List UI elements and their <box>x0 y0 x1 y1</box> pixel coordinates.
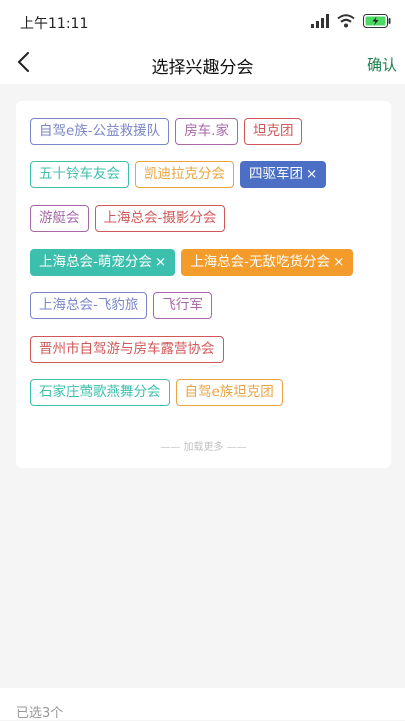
interest-tag[interactable]: 四驱军团 × <box>240 161 327 188</box>
confirm-button[interactable]: 确认 <box>367 54 397 75</box>
tag-label: 上海总会-无敌吃货分会 <box>190 254 331 270</box>
interest-tag-card: 自驾e族-公益救援队 房车.家 坦克团 五十铃车友会 凯迪拉克分会 四驱军团 × … <box>16 101 391 468</box>
nav-bar: 选择兴趣分会 确认 <box>0 44 405 84</box>
interest-tag[interactable]: 晋州市自驾游与房车露营协会 <box>30 336 224 363</box>
wifi-icon <box>337 13 355 32</box>
tag-label: 上海总会-萌宠分会 <box>39 254 152 270</box>
tag-row: 上海总会-飞豹旅 飞行军 <box>30 292 212 319</box>
status-time: 上午11:11 <box>20 16 89 32</box>
tag-label: 游艇会 <box>39 210 80 226</box>
status-icons <box>311 13 391 31</box>
interest-tag[interactable]: 游艇会 <box>30 205 89 232</box>
tag-label: 凯迪拉克分会 <box>144 166 225 182</box>
interest-tag[interactable]: 上海总会-无敌吃货分会 × <box>181 249 354 276</box>
tag-label: 四驱军团 <box>249 166 303 182</box>
selected-count: 已选3个 <box>16 706 64 721</box>
remove-icon: × <box>306 166 318 182</box>
remove-icon: × <box>154 254 167 270</box>
tag-row: 石家庄莺歌燕舞分会 自驾e族坦克团 <box>30 379 283 406</box>
tag-label: 上海总会-摄影分会 <box>103 210 217 226</box>
tag-label: 五十铃车友会 <box>39 166 120 182</box>
interest-tag[interactable]: 五十铃车友会 <box>30 161 129 188</box>
tag-label: 飞行军 <box>162 297 203 313</box>
interest-tag[interactable]: 自驾e族坦克团 <box>175 379 283 406</box>
bottom-bar: 已选3个 <box>0 688 405 721</box>
tag-row: 五十铃车友会 凯迪拉克分会 四驱军团 × <box>30 161 327 188</box>
interest-tag[interactable]: 房车.家 <box>175 118 238 145</box>
tag-label: 晋州市自驾游与房车露营协会 <box>39 341 215 357</box>
tag-row: 晋州市自驾游与房车露营协会 <box>30 336 224 363</box>
page-title: 选择兴趣分会 <box>151 58 254 78</box>
tag-label: 坦克团 <box>252 123 294 139</box>
tag-label: 上海总会-飞豹旅 <box>39 297 139 313</box>
tag-label: 房车.家 <box>184 123 229 139</box>
tag-row: 游艇会 上海总会-摄影分会 <box>30 205 226 232</box>
tag-label: 自驾e族-公益救援队 <box>39 123 161 139</box>
interest-tag[interactable]: 凯迪拉克分会 <box>135 161 234 188</box>
tag-label: 石家庄莺歌燕舞分会 <box>39 384 161 400</box>
interest-tag[interactable]: 上海总会-摄影分会 <box>94 205 226 232</box>
interest-tag[interactable]: 石家庄莺歌燕舞分会 <box>30 379 170 406</box>
battery-charging-icon <box>363 13 391 32</box>
remove-icon: × <box>333 254 345 270</box>
load-more-text[interactable]: —— 加载更多 —— <box>16 438 391 453</box>
interest-tag[interactable]: 坦克团 <box>243 118 303 145</box>
interest-tag[interactable]: 上海总会-飞豹旅 <box>30 292 148 319</box>
tag-label: 自驾e族坦克团 <box>184 384 274 400</box>
interest-tag[interactable]: 自驾e族-公益救援队 <box>30 118 170 145</box>
tag-row: 自驾e族-公益救援队 房车.家 坦克团 <box>30 118 303 145</box>
interest-tag[interactable]: 上海总会-萌宠分会 × <box>30 249 176 276</box>
tag-row: 上海总会-萌宠分会 × 上海总会-无敌吃货分会 × <box>30 249 354 276</box>
signal-icon <box>311 13 329 32</box>
status-bar: 上午11:11 <box>0 0 405 44</box>
interest-tag[interactable]: 飞行军 <box>153 292 212 319</box>
